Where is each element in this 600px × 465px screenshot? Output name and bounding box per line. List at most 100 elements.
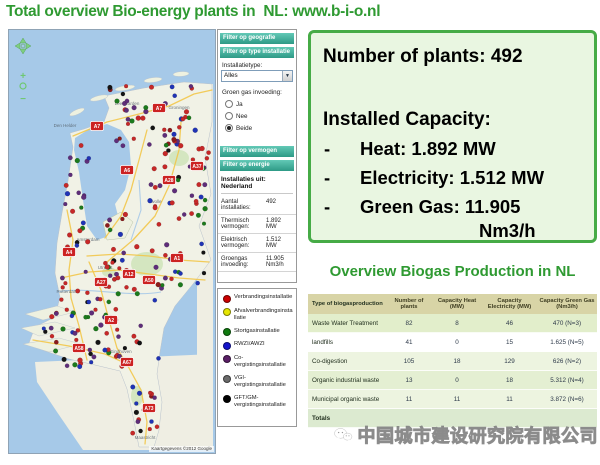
plant-marker[interactable]: [116, 334, 120, 338]
plant-marker[interactable]: [124, 108, 129, 113]
plant-marker[interactable]: [70, 314, 74, 318]
plant-marker[interactable]: [70, 209, 75, 214]
plant-marker[interactable]: [111, 261, 115, 265]
plant-marker[interactable]: [63, 281, 67, 285]
plant-marker[interactable]: [124, 84, 128, 88]
plant-marker[interactable]: [203, 206, 208, 211]
plant-marker[interactable]: [125, 99, 129, 103]
plant-marker[interactable]: [120, 217, 124, 221]
plant-marker[interactable]: [98, 323, 103, 328]
plant-marker[interactable]: [118, 137, 122, 141]
plant-marker[interactable]: [149, 182, 153, 186]
plant-marker[interactable]: [84, 315, 88, 319]
radio-nee[interactable]: Nee: [225, 112, 289, 120]
radio-icon[interactable]: [225, 124, 233, 132]
plant-marker[interactable]: [50, 334, 54, 338]
plant-marker[interactable]: [60, 276, 65, 281]
plant-marker[interactable]: [160, 283, 164, 287]
plant-marker[interactable]: [152, 166, 157, 171]
plant-marker[interactable]: [108, 274, 112, 278]
plant-marker[interactable]: [115, 99, 120, 104]
plant-marker[interactable]: [114, 307, 118, 311]
plant-marker[interactable]: [103, 261, 107, 265]
plant-marker[interactable]: [178, 143, 183, 148]
plant-marker[interactable]: [205, 156, 209, 160]
plant-marker[interactable]: [64, 183, 69, 188]
plant-marker[interactable]: [137, 391, 142, 396]
plant-marker[interactable]: [169, 277, 173, 281]
plant-marker[interactable]: [74, 338, 78, 342]
plant-marker[interactable]: [202, 222, 206, 226]
plant-marker[interactable]: [62, 357, 67, 362]
plant-marker[interactable]: [77, 364, 82, 369]
plant-marker[interactable]: [196, 281, 200, 285]
plant-marker[interactable]: [85, 291, 89, 295]
plant-marker[interactable]: [75, 243, 79, 247]
plant-marker[interactable]: [134, 244, 139, 249]
plant-marker[interactable]: [85, 239, 90, 244]
plant-marker[interactable]: [105, 223, 109, 227]
plant-marker[interactable]: [75, 158, 80, 163]
plant-marker[interactable]: [87, 156, 91, 160]
plant-marker[interactable]: [140, 116, 145, 121]
plant-marker[interactable]: [68, 156, 73, 161]
plant-marker[interactable]: [59, 298, 63, 302]
plant-marker[interactable]: [189, 211, 193, 215]
plant-marker[interactable]: [61, 327, 66, 332]
plant-marker[interactable]: [49, 326, 54, 331]
plant-marker[interactable]: [147, 142, 151, 146]
plant-marker[interactable]: [194, 199, 198, 203]
plant-marker[interactable]: [123, 346, 127, 350]
plant-marker[interactable]: [148, 427, 152, 431]
plant-marker[interactable]: [196, 213, 201, 218]
plant-marker[interactable]: [190, 194, 194, 198]
plant-marker[interactable]: [126, 122, 130, 126]
plant-marker[interactable]: [98, 297, 102, 301]
plant-marker[interactable]: [103, 348, 108, 353]
plant-marker[interactable]: [87, 300, 91, 304]
plant-marker[interactable]: [170, 201, 175, 206]
plant-marker[interactable]: [155, 425, 159, 429]
plant-marker[interactable]: [166, 148, 170, 152]
installatietype-select[interactable]: Alles ▼: [221, 70, 293, 82]
plant-marker[interactable]: [162, 128, 166, 132]
plant-marker[interactable]: [53, 349, 58, 354]
plant-marker[interactable]: [121, 143, 125, 147]
zoom-out-icon[interactable]: −: [20, 94, 26, 105]
radio-icon[interactable]: [225, 100, 233, 108]
plant-marker[interactable]: [150, 126, 154, 130]
plant-marker[interactable]: [132, 334, 137, 339]
plant-marker[interactable]: [118, 232, 123, 237]
plant-marker[interactable]: [124, 285, 128, 289]
plant-marker[interactable]: [136, 116, 141, 121]
plant-marker[interactable]: [178, 282, 183, 287]
plant-marker[interactable]: [153, 185, 158, 190]
plant-marker[interactable]: [121, 92, 125, 96]
plant-marker[interactable]: [176, 178, 180, 182]
plant-marker[interactable]: [122, 251, 126, 255]
plant-marker[interactable]: [163, 253, 167, 257]
plant-marker[interactable]: [184, 109, 189, 114]
plant-marker[interactable]: [65, 364, 69, 368]
plant-marker[interactable]: [84, 270, 88, 274]
plant-marker[interactable]: [132, 287, 137, 292]
netherlands-map[interactable]: Den HelderGroningenLeeuwardenZwolleAmste…: [8, 29, 216, 454]
plant-marker[interactable]: [187, 116, 191, 120]
plant-marker[interactable]: [94, 308, 98, 312]
plant-marker[interactable]: [107, 300, 111, 304]
plant-marker[interactable]: [78, 358, 83, 363]
plant-marker[interactable]: [81, 195, 86, 200]
plant-marker[interactable]: [130, 385, 135, 390]
plant-marker[interactable]: [117, 266, 121, 270]
plant-marker[interactable]: [199, 195, 204, 200]
plant-marker[interactable]: [107, 218, 112, 223]
plant-marker[interactable]: [202, 182, 207, 187]
plant-marker[interactable]: [177, 216, 181, 220]
plant-marker[interactable]: [63, 202, 67, 206]
plant-marker[interactable]: [139, 429, 143, 433]
plant-marker[interactable]: [189, 84, 193, 88]
plant-marker[interactable]: [79, 206, 83, 210]
plant-marker[interactable]: [134, 410, 139, 415]
plant-marker[interactable]: [111, 247, 116, 252]
plant-marker[interactable]: [42, 327, 46, 331]
